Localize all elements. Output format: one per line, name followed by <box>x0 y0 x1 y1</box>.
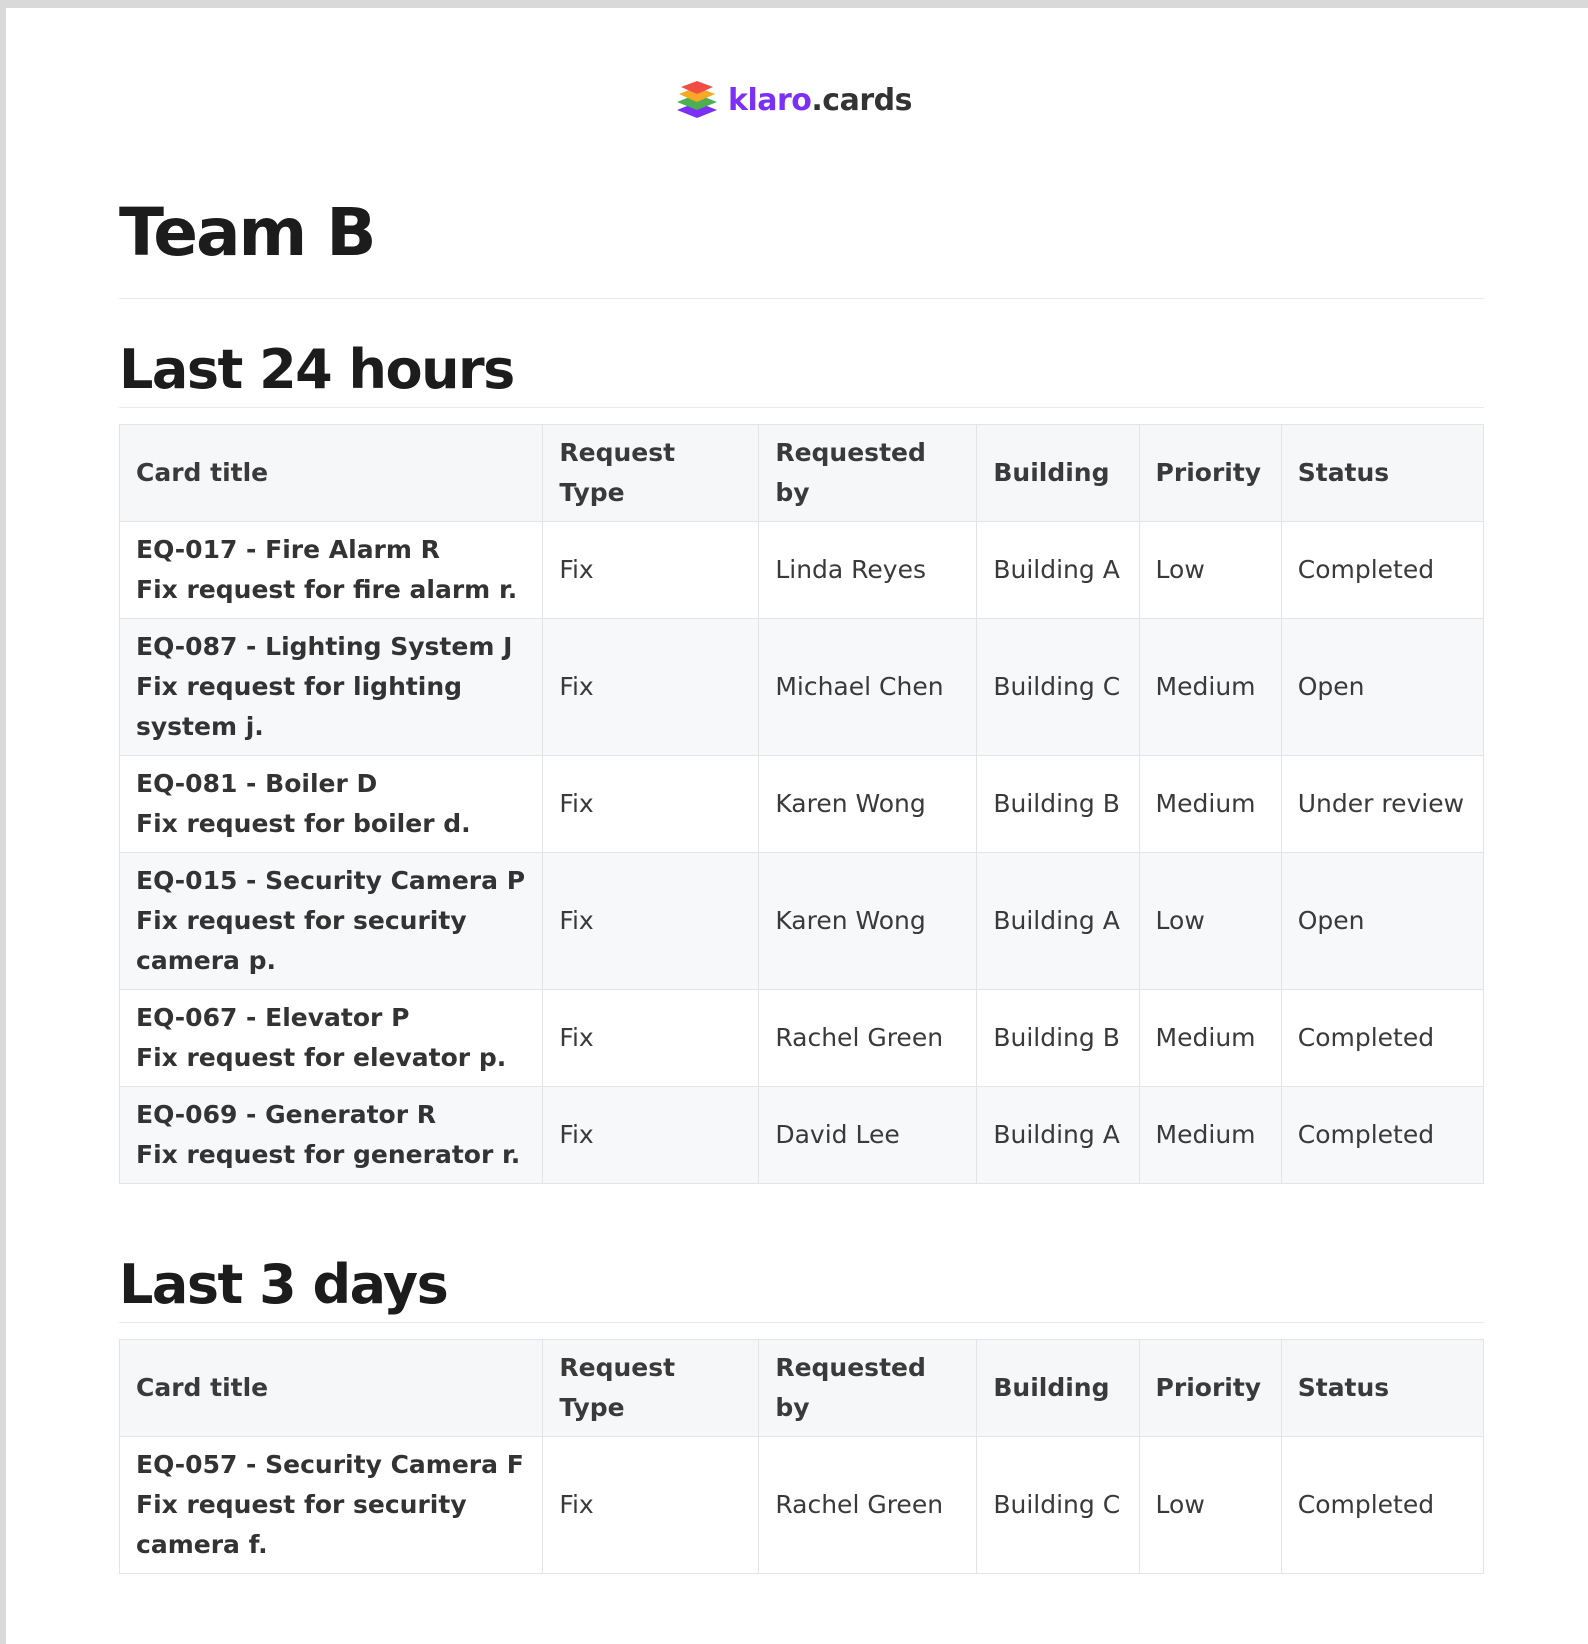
building-cell: Building B <box>976 989 1140 1087</box>
card-id[interactable]: EQ-087 - Lighting System J <box>136 627 526 667</box>
card-description: Fix request for security camera f. <box>136 1490 467 1559</box>
priority-cell: Low <box>1138 852 1282 990</box>
building-cell: Building A <box>976 521 1140 619</box>
klaro-logo[interactable]: klaro.cards <box>6 80 1588 120</box>
card-id[interactable]: EQ-069 - Generator R <box>136 1095 526 1135</box>
table-row[interactable]: EQ-015 - Security Camera P Fix request fo… <box>118 852 1485 990</box>
requested-by-cell: Rachel Green <box>758 1436 978 1574</box>
column-header-card-title[interactable]: Card title <box>118 1339 544 1437</box>
card-description: Fix request for fire alarm r. <box>136 575 518 604</box>
card-id[interactable]: EQ-017 - Fire Alarm R <box>136 530 526 570</box>
priority-cell: Medium <box>1138 755 1282 853</box>
section-divider <box>119 1322 1484 1323</box>
requested-by-cell: Rachel Green <box>758 989 978 1087</box>
priority-cell: Medium <box>1138 989 1282 1087</box>
requested-by-cell: Michael Chen <box>758 618 978 756</box>
card-title-cell[interactable]: EQ-015 - Security Camera P Fix request fo… <box>118 852 544 990</box>
header-row: Card title Request Type Requested by Buildi… <box>118 1339 1485 1437</box>
title-divider <box>119 298 1484 299</box>
building-cell: Building C <box>976 618 1140 756</box>
card-description: Fix request for lighting system j. <box>136 672 463 741</box>
status-cell: Open <box>1280 852 1485 990</box>
status-cell: Completed <box>1280 989 1485 1087</box>
column-header-request-type[interactable]: Request Type <box>542 424 760 522</box>
column-header-requested-by[interactable]: Requested by <box>758 424 978 522</box>
column-header-priority[interactable]: Priority <box>1138 424 1282 522</box>
layers-logo-icon <box>677 81 718 118</box>
card-description: Fix request for elevator p. <box>136 1043 507 1072</box>
page-title: Team B <box>119 194 377 271</box>
table-body: EQ-057 - Security Camera F Fix request fo… <box>118 1436 1485 1574</box>
priority-cell: Medium <box>1138 1086 1282 1184</box>
column-header-building[interactable]: Building <box>976 1339 1140 1437</box>
status-cell: Open <box>1280 618 1485 756</box>
building-cell: Building A <box>976 1086 1140 1184</box>
request-type-cell: Fix <box>542 755 760 853</box>
logo-brand: klaro <box>728 82 812 118</box>
cards-table: Card title Request Type Requested by Buildi… <box>118 1339 1485 1574</box>
request-type-cell: Fix <box>542 521 760 619</box>
card-title-cell[interactable]: EQ-017 - Fire Alarm R Fix request for fir… <box>118 521 544 619</box>
table-row[interactable]: EQ-067 - Elevator P Fix request for eleva… <box>118 989 1485 1087</box>
request-type-cell: Fix <box>542 1086 760 1184</box>
table-body: EQ-017 - Fire Alarm R Fix request for fir… <box>118 521 1485 1184</box>
priority-cell: Medium <box>1138 618 1282 756</box>
column-header-status[interactable]: Status <box>1280 1339 1485 1437</box>
building-cell: Building B <box>976 755 1140 853</box>
table-row[interactable]: EQ-069 - Generator R Fix request for gene… <box>118 1086 1485 1184</box>
status-cell: Completed <box>1280 1086 1485 1184</box>
table-row[interactable]: EQ-057 - Security Camera F Fix request fo… <box>118 1436 1485 1574</box>
card-id[interactable]: EQ-057 - Security Camera F <box>136 1445 526 1485</box>
column-header-priority[interactable]: Priority <box>1138 1339 1282 1437</box>
status-cell: Under review <box>1280 755 1485 853</box>
building-cell: Building A <box>976 852 1140 990</box>
priority-cell: Low <box>1138 521 1282 619</box>
requested-by-cell: Karen Wong <box>758 755 978 853</box>
report-page: klaro.cards Team B Last 24 hours Card tit… <box>6 8 1588 1644</box>
requested-by-cell: Karen Wong <box>758 852 978 990</box>
logo-wordmark: klaro.cards <box>728 83 912 118</box>
requested-by-cell: Linda Reyes <box>758 521 978 619</box>
table-row[interactable]: EQ-081 - Boiler D Fix request for boiler … <box>118 755 1485 853</box>
cards-table: Card title Request Type Requested by Buildi… <box>118 424 1485 1184</box>
sections-container: Last 24 hours Card title Request Type Reque… <box>118 335 1485 1574</box>
table-header: Card title Request Type Requested by Buildi… <box>118 424 1485 522</box>
card-description: Fix request for boiler d. <box>136 809 471 838</box>
requested-by-cell: David Lee <box>758 1086 978 1184</box>
priority-cell: Low <box>1138 1436 1282 1574</box>
card-title-cell[interactable]: EQ-067 - Elevator P Fix request for eleva… <box>118 989 544 1087</box>
request-type-cell: Fix <box>542 618 760 756</box>
status-cell: Completed <box>1280 521 1485 619</box>
card-id[interactable]: EQ-015 - Security Camera P <box>136 861 526 901</box>
column-header-status[interactable]: Status <box>1280 424 1485 522</box>
request-type-cell: Fix <box>542 989 760 1087</box>
column-header-card-title[interactable]: Card title <box>118 424 544 522</box>
card-title-cell[interactable]: EQ-057 - Security Camera F Fix request fo… <box>118 1436 544 1574</box>
section-divider <box>119 407 1484 408</box>
card-id[interactable]: EQ-081 - Boiler D <box>136 764 526 804</box>
report-content: Team B Last 24 hours Card title Request Ty… <box>118 188 1485 1574</box>
card-title-cell[interactable]: EQ-087 - Lighting System J Fix request fo… <box>118 618 544 756</box>
card-description: Fix request for security camera p. <box>136 906 467 975</box>
header-row: Card title Request Type Requested by Buildi… <box>118 424 1485 522</box>
table-row[interactable]: EQ-087 - Lighting System J Fix request fo… <box>118 618 1485 756</box>
column-header-building[interactable]: Building <box>976 424 1140 522</box>
table-row[interactable]: EQ-017 - Fire Alarm R Fix request for fir… <box>118 521 1485 619</box>
card-id[interactable]: EQ-067 - Elevator P <box>136 998 526 1038</box>
card-title-cell[interactable]: EQ-069 - Generator R Fix request for gene… <box>118 1086 544 1184</box>
card-title-cell[interactable]: EQ-081 - Boiler D Fix request for boiler … <box>118 755 544 853</box>
table-header: Card title Request Type Requested by Buildi… <box>118 1339 1485 1437</box>
request-type-cell: Fix <box>542 1436 760 1574</box>
column-header-request-type[interactable]: Request Type <box>542 1339 760 1437</box>
request-type-cell: Fix <box>542 852 760 990</box>
section-heading: Last 3 days <box>119 1253 449 1316</box>
column-header-requested-by[interactable]: Requested by <box>758 1339 978 1437</box>
logo-tld: .cards <box>811 82 912 118</box>
building-cell: Building C <box>976 1436 1140 1574</box>
card-description: Fix request for generator r. <box>136 1140 521 1169</box>
status-cell: Completed <box>1280 1436 1485 1574</box>
section-heading: Last 24 hours <box>119 338 515 401</box>
